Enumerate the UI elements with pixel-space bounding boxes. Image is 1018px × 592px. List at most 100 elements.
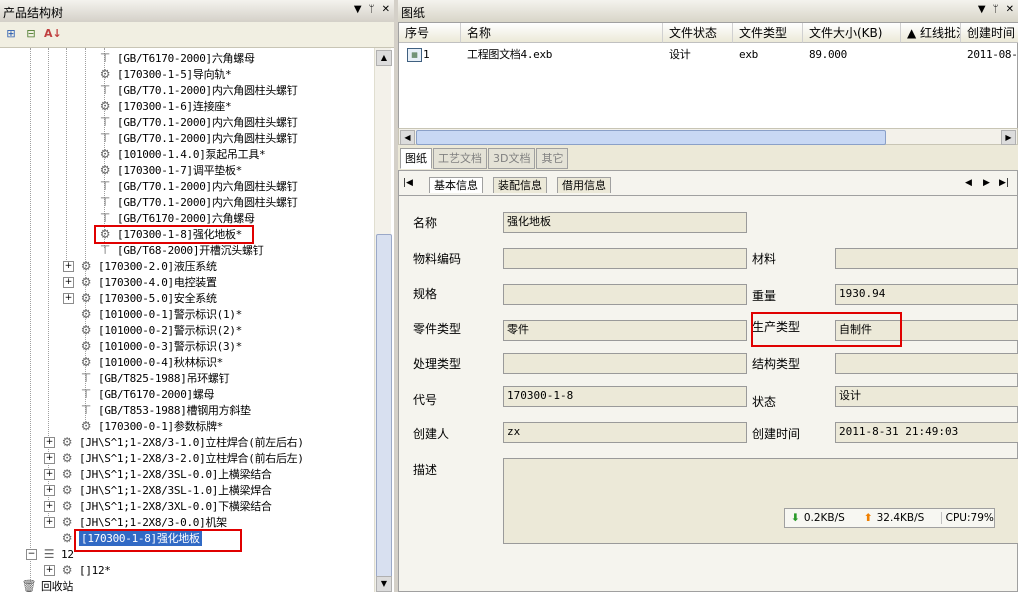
tree-node[interactable]: ⊤ [GB/T6170-2000]六角螺母 bbox=[97, 210, 255, 226]
tree-node[interactable]: ⚙ [170300-1-6]连接座* bbox=[97, 98, 232, 114]
tree-node[interactable]: ⊤ [GB/T70.1-2000]内六角圆柱头螺钉 bbox=[97, 82, 298, 98]
structure-type-label: 结构类型 bbox=[752, 357, 801, 371]
tree-node[interactable]: ⚙ [170300-4.0]电控装置 bbox=[78, 274, 217, 290]
expand-icon[interactable]: + bbox=[44, 517, 55, 528]
prev-tab-icon[interactable]: ◀ bbox=[965, 178, 972, 188]
tree-node[interactable]: ⚙ [101000-0-2]警示标识(2)* bbox=[78, 322, 243, 338]
scroll-thumb[interactable] bbox=[376, 234, 392, 582]
tree-node[interactable]: ⊤ [GB/T68-2000]开槽沉头螺钉 bbox=[97, 242, 264, 258]
dropdown-icon[interactable]: ▼ bbox=[978, 4, 986, 15]
weight-field[interactable]: 1930.94 bbox=[835, 284, 1018, 305]
tree-node[interactable]: ⚙ [JH\S^1;1-2X8/3-1.0]立柱焊合(前左后右) bbox=[59, 434, 304, 450]
col-redline[interactable]: ▲ 红线批注 bbox=[901, 23, 961, 43]
tree-node[interactable]: ⊤ [GB/T825-1988]吊环螺钉 bbox=[78, 370, 230, 386]
tree-node[interactable]: ⚙ [170300-1-5]导向轨* bbox=[97, 66, 232, 82]
tree-node[interactable]: ⚙ [JH\S^1;1-2X8/3XL-0.0]下横梁结合 bbox=[59, 498, 272, 514]
first-page-icon[interactable]: |◀ bbox=[403, 178, 413, 188]
tree-node[interactable]: ⚙ [101000-0-1]警示标识(1)* bbox=[78, 306, 243, 322]
expand-icon[interactable]: + bbox=[44, 485, 55, 496]
file-list: 序号 名称 文件状态 文件类型 文件大小(KB) ▲ 红线批注 创建时间 ▦ 1… bbox=[398, 22, 1018, 130]
part-type-field[interactable]: 零件 bbox=[503, 320, 747, 341]
tree-node[interactable]: ⊤ [GB/T70.1-2000]内六角圆柱头螺钉 bbox=[97, 114, 298, 130]
tree-node[interactable]: ⊤ [GB/T6170-2000]螺母 bbox=[78, 386, 215, 402]
tree-node[interactable]: ⚙ []12* bbox=[59, 562, 111, 578]
tree-node[interactable]: 🗑 回收站 bbox=[21, 578, 74, 592]
scroll-thumb[interactable] bbox=[416, 130, 886, 145]
tab-process-doc[interactable]: 工艺文档 bbox=[433, 148, 487, 169]
gears-icon: ⚙ bbox=[61, 531, 73, 545]
close-icon[interactable]: ✕ bbox=[382, 4, 390, 15]
tree-node[interactable]: ☰ 12 bbox=[41, 546, 74, 562]
close-icon[interactable]: ✕ bbox=[1006, 4, 1014, 15]
tree-node[interactable]: ⚙ [101000-1.4.0]泵起吊工具* bbox=[97, 146, 266, 162]
expand-icon[interactable]: + bbox=[44, 469, 55, 480]
expand-icon[interactable]: + bbox=[44, 501, 55, 512]
dropdown-icon[interactable]: ▼ bbox=[354, 4, 362, 15]
col-type[interactable]: 文件类型 bbox=[733, 23, 803, 43]
sort-az-icon[interactable]: A↓ bbox=[44, 27, 62, 41]
scroll-right-icon[interactable]: ▶ bbox=[1001, 130, 1016, 145]
col-size[interactable]: 文件大小(KB) bbox=[803, 23, 901, 43]
tree-node[interactable]: ⚙ [170300-1-7]调平垫板* bbox=[97, 162, 243, 178]
col-status[interactable]: 文件状态 bbox=[663, 23, 733, 43]
col-index[interactable]: 序号 bbox=[399, 23, 461, 43]
create-time-field[interactable]: 2011-8-31 21:49:03 bbox=[835, 422, 1018, 443]
tree-node[interactable]: ⚙ [JH\S^1;1-2X8/3SL-1.0]上横梁焊合 bbox=[59, 482, 272, 498]
tree-node[interactable]: ⊤ [GB/T70.1-2000]内六角圆柱头螺钉 bbox=[97, 178, 298, 194]
tree-node[interactable]: ⊤ [GB/T853-1988]槽钢用方斜垫 bbox=[78, 402, 251, 418]
tree-node[interactable]: ⊤ [GB/T70.1-2000]内六角圆柱头螺钉 bbox=[97, 130, 298, 146]
tree-node[interactable]: ⚙ [170300-2.0]液压系统 bbox=[78, 258, 217, 274]
expand-tree-icon[interactable]: ⊞ bbox=[4, 27, 18, 41]
tree-node[interactable]: ⚙ [170300-0-1]参数标牌* bbox=[78, 418, 224, 434]
gear-icon: ⚙ bbox=[99, 163, 111, 177]
expand-icon[interactable]: + bbox=[63, 277, 74, 288]
tree-node[interactable]: ⚙ [JH\S^1;1-2X8/3-2.0]立柱焊合(前右后左) bbox=[59, 450, 304, 466]
expand-icon[interactable]: + bbox=[44, 565, 55, 576]
scroll-left-icon[interactable]: ◀ bbox=[400, 130, 415, 145]
tree-node[interactable]: ⊤ [GB/T6170-2000]六角螺母 bbox=[97, 50, 255, 66]
scroll-down-icon[interactable]: ▼ bbox=[376, 576, 392, 592]
download-speed: 0.2KB/S bbox=[803, 512, 845, 524]
spec-field[interactable] bbox=[503, 284, 747, 305]
material-code-field[interactable] bbox=[503, 248, 747, 269]
code-field[interactable]: 170300-1-8 bbox=[503, 386, 747, 407]
row-index: 1 bbox=[423, 48, 430, 61]
next-tab-icon[interactable]: ▶ bbox=[983, 178, 990, 188]
file-list-horizontal-scrollbar[interactable]: ◀ ▶ bbox=[398, 128, 1018, 145]
expand-icon[interactable]: + bbox=[63, 261, 74, 272]
tree-node[interactable]: ⊤ [GB/T70.1-2000]内六角圆柱头螺钉 bbox=[97, 194, 298, 210]
tree-node[interactable]: ⚙ [101000-0-4]秋林标识* bbox=[78, 354, 224, 370]
tab-borrow-info[interactable]: 借用信息 bbox=[557, 177, 611, 193]
material-field[interactable] bbox=[835, 248, 1018, 269]
collapse-icon[interactable]: − bbox=[26, 549, 37, 560]
gears-icon: ⚙ bbox=[61, 467, 73, 481]
col-created[interactable]: 创建时间 bbox=[961, 23, 1018, 43]
name-field[interactable]: 强化地板 bbox=[503, 212, 747, 233]
last-tab-icon[interactable]: ▶| bbox=[999, 178, 1009, 188]
tree-node-label: []12* bbox=[79, 563, 111, 577]
structure-type-field[interactable] bbox=[835, 353, 1018, 374]
tree-vertical-scrollbar[interactable]: ▲ ▼ bbox=[374, 48, 392, 592]
tab-drawing[interactable]: 图纸 bbox=[400, 148, 432, 169]
pin-icon[interactable]: ᛘ bbox=[993, 4, 999, 15]
process-type-field[interactable] bbox=[503, 353, 747, 374]
tab-other[interactable]: 其它 bbox=[536, 148, 569, 169]
tree-node[interactable]: ⚙ [101000-0-3]警示标识(3)* bbox=[78, 338, 243, 354]
tree-node[interactable]: ⚙ [170300-5.0]安全系统 bbox=[78, 290, 217, 306]
tab-3d-doc[interactable]: 3D文档 bbox=[488, 148, 536, 169]
row-status: 设计 bbox=[669, 48, 691, 61]
pin-icon[interactable]: ᛘ bbox=[369, 4, 375, 15]
creator-field[interactable]: zx bbox=[503, 422, 747, 443]
scroll-up-icon[interactable]: ▲ bbox=[376, 50, 392, 66]
tab-assembly-info[interactable]: 装配信息 bbox=[493, 177, 547, 193]
expand-icon[interactable]: + bbox=[44, 453, 55, 464]
expand-icon[interactable]: + bbox=[63, 293, 74, 304]
tree-node[interactable]: ⚙ [JH\S^1;1-2X8/3SL-0.0]上横梁结合 bbox=[59, 466, 272, 482]
tab-basic-info[interactable]: 基本信息 bbox=[429, 177, 483, 193]
collapse-tree-icon[interactable]: ⊟ bbox=[24, 27, 38, 41]
expand-icon[interactable]: + bbox=[44, 437, 55, 448]
tree-node[interactable]: ⚙ [JH\S^1;1-2X8/3-0.0]机架 bbox=[59, 514, 227, 530]
state-field[interactable]: 设计 bbox=[835, 386, 1018, 407]
description-field[interactable] bbox=[503, 458, 1018, 544]
col-name[interactable]: 名称 bbox=[461, 23, 663, 43]
